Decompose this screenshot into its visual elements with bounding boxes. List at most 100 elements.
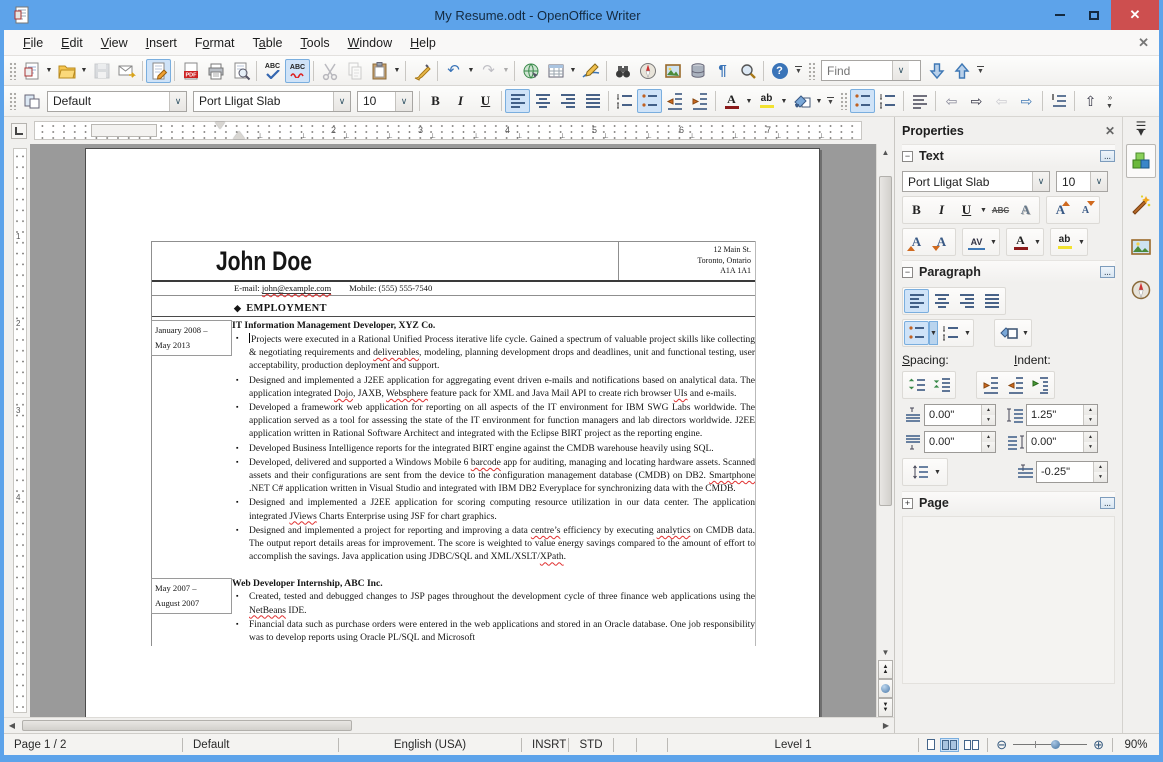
table-dropdown[interactable]: ▼: [568, 59, 578, 83]
menu-file[interactable]: File: [14, 32, 52, 54]
sidebar-highlight-button[interactable]: ab: [1052, 230, 1077, 254]
menu-table[interactable]: Table: [244, 32, 292, 54]
zoom-slider-knob[interactable]: [1051, 740, 1061, 749]
paste-dropdown[interactable]: ▼: [392, 59, 402, 83]
indent-after-field[interactable]: 0.00" ▲ ▼: [1026, 431, 1098, 453]
increase-font-button[interactable]: A: [1048, 198, 1073, 222]
vertical-ruler[interactable]: 1 2 3 4: [4, 144, 30, 717]
status-language[interactable]: English (USA): [339, 739, 521, 751]
status-zoom-percent[interactable]: 90%: [1113, 739, 1159, 751]
first-line-indent-field[interactable]: -0.25" ▲ ▼: [1036, 461, 1108, 483]
redo-button[interactable]: ↷: [476, 59, 501, 83]
para-bullet-dropdown[interactable]: ▼: [929, 321, 938, 345]
find-toolbar-overflow[interactable]: ▼: [974, 59, 987, 83]
scroll-up-arrow[interactable]: ▲: [877, 144, 894, 160]
superscript-button[interactable]: A: [904, 230, 929, 254]
font-color-dropdown[interactable]: ▼: [744, 89, 754, 113]
new-dropdown[interactable]: ▼: [44, 59, 54, 83]
book-view-button[interactable]: [964, 739, 980, 750]
para-numbered-list-button[interactable]: [938, 321, 963, 345]
increase-indent-button[interactable]: [687, 89, 712, 113]
print-preview-button[interactable]: [228, 59, 253, 83]
spin-down[interactable]: ▼: [982, 442, 995, 452]
find-dropdown[interactable]: ∨: [892, 61, 909, 80]
hyperlink-button[interactable]: [518, 59, 543, 83]
underline-button[interactable]: U: [473, 89, 498, 113]
toolbar-overflow[interactable]: ▼: [792, 59, 805, 83]
para-background-button[interactable]: [996, 321, 1021, 345]
navigator-button[interactable]: [635, 59, 660, 83]
email-button[interactable]: [114, 59, 139, 83]
collapse-icon[interactable]: −: [902, 150, 913, 162]
background-color-button[interactable]: [789, 89, 814, 113]
bullets-on-off-button[interactable]: [850, 89, 875, 113]
highlight-dropdown[interactable]: ▼: [779, 89, 789, 113]
menu-view[interactable]: View: [92, 32, 137, 54]
character-spacing-dropdown[interactable]: ▼: [989, 239, 998, 246]
spin-up[interactable]: ▲: [982, 405, 995, 415]
character-spacing-button[interactable]: AV: [964, 230, 989, 254]
scroll-left-arrow[interactable]: ◀: [4, 721, 20, 730]
minimize-button[interactable]: [1043, 0, 1077, 30]
strikethrough-button[interactable]: ABC: [988, 198, 1013, 222]
zoom-slider[interactable]: [1013, 739, 1088, 750]
decrease-indent-button[interactable]: [662, 89, 687, 113]
horizontal-scrollbar[interactable]: ◀ ▶: [4, 717, 894, 733]
para-align-right-button[interactable]: [954, 289, 979, 313]
horizontal-ruler[interactable]: 2 3 4 5 6 7 ⊥ ⊥ ⊥ ⊥ ⊥ ⊥ ⊥ ⊥ ⊥ ⊥ ⊥ ⊥ ⊥ ⊥: [34, 121, 862, 140]
no-list-button[interactable]: [907, 89, 932, 113]
undo-button[interactable]: ↶: [441, 59, 466, 83]
sidebar-bold-button[interactable]: B: [904, 198, 929, 222]
font-name-combo[interactable]: Port Lligat Slab ∨: [193, 90, 351, 112]
line-spacing-button[interactable]: [908, 460, 933, 484]
font-color-button[interactable]: A: [719, 89, 744, 113]
find-input[interactable]: [822, 63, 892, 78]
collapse-icon[interactable]: −: [902, 266, 913, 278]
page-section-header[interactable]: + Page…: [902, 491, 1115, 514]
navigation-button[interactable]: [878, 679, 893, 698]
expand-icon[interactable]: +: [902, 497, 913, 509]
size-combo-arrow[interactable]: ∨: [395, 91, 412, 111]
menu-help[interactable]: Help: [401, 32, 445, 54]
para-bullet-list-button[interactable]: [904, 321, 929, 345]
page-dialog-launcher[interactable]: …: [1100, 497, 1115, 509]
open-dropdown[interactable]: ▼: [79, 59, 89, 83]
italic-button[interactable]: I: [448, 89, 473, 113]
paste-button[interactable]: [367, 59, 392, 83]
formatting-overflow[interactable]: ▼: [824, 89, 837, 113]
spin-down[interactable]: ▼: [1084, 415, 1097, 425]
draw-functions-button[interactable]: [578, 59, 603, 83]
first-line-indent-marker[interactable]: [215, 122, 225, 129]
sidebar-italic-button[interactable]: I: [929, 198, 954, 222]
status-selection-mode[interactable]: STD: [569, 739, 613, 751]
bullet-list-button[interactable]: [637, 89, 662, 113]
align-justify-button[interactable]: [580, 89, 605, 113]
status-page-style[interactable]: Default: [183, 739, 338, 751]
export-pdf-button[interactable]: PDF: [178, 59, 203, 83]
promote-with-subpoints-button[interactable]: ⇦: [989, 89, 1014, 113]
spacing-above-field[interactable]: 0.00" ▲ ▼: [924, 404, 996, 426]
horizontal-scroll-thumb[interactable]: [22, 720, 352, 731]
zoom-button[interactable]: [735, 59, 760, 83]
previous-page-button[interactable]: ▲ ▲: [878, 660, 893, 679]
data-sources-button[interactable]: [685, 59, 710, 83]
background-color-dropdown[interactable]: ▼: [814, 89, 824, 113]
menu-window[interactable]: Window: [339, 32, 401, 54]
align-right-button[interactable]: [555, 89, 580, 113]
menu-tools[interactable]: Tools: [291, 32, 338, 54]
decrease-font-button[interactable]: A: [1073, 198, 1098, 222]
indent-before-field[interactable]: 1.25" ▲ ▼: [1026, 404, 1098, 426]
spin-down[interactable]: ▼: [1084, 442, 1097, 452]
close-document-button[interactable]: ✕: [1138, 35, 1149, 51]
cut-button[interactable]: [317, 59, 342, 83]
para-align-justify-button[interactable]: [979, 289, 1004, 313]
sidebar-font-color-dropdown[interactable]: ▼: [1033, 239, 1042, 246]
align-center-button[interactable]: [530, 89, 555, 113]
sidebar-font-color-button[interactable]: A: [1008, 230, 1033, 254]
tab-styles[interactable]: [1126, 187, 1156, 221]
undo-dropdown[interactable]: ▼: [466, 59, 476, 83]
text-dialog-launcher[interactable]: …: [1100, 150, 1115, 162]
redo-dropdown[interactable]: ▼: [501, 59, 511, 83]
spacing-below-field[interactable]: 0.00" ▲ ▼: [924, 431, 996, 453]
close-button[interactable]: ✕: [1111, 0, 1159, 30]
